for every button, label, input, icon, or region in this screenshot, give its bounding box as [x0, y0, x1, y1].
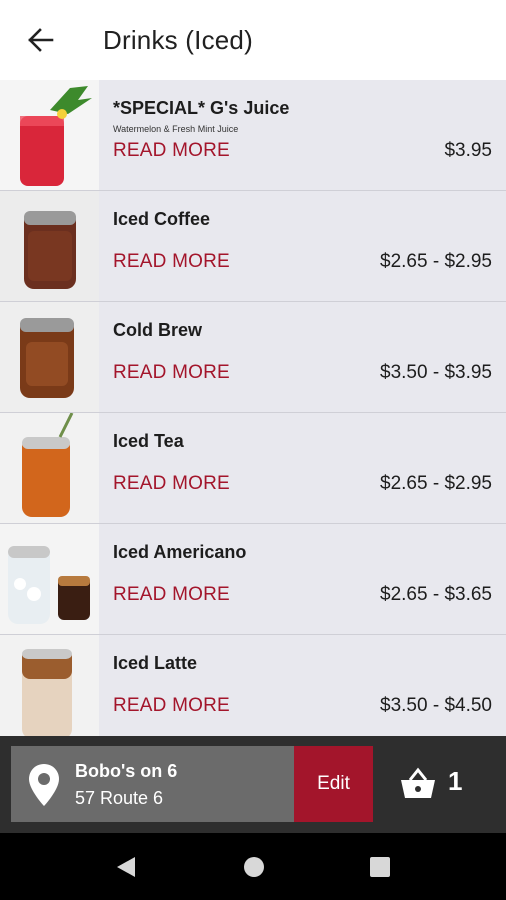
menu-item-iced-latte[interactable]: Iced Latte READ MORE $3.50 - $4.50 — [0, 635, 506, 736]
menu-item-iced-americano[interactable]: Iced Americano READ MORE $2.65 - $3.65 — [0, 524, 506, 635]
item-price: $2.65 - $2.95 — [380, 473, 492, 494]
cart-basket-icon[interactable] — [398, 764, 438, 804]
menu-item-iced-coffee[interactable]: Iced Coffee READ MORE $2.65 - $2.95 — [0, 191, 506, 302]
read-more-link[interactable]: READ MORE — [113, 251, 230, 273]
location-pin-icon — [27, 762, 61, 808]
item-description: Watermelon & Fresh Mint Juice — [113, 124, 239, 134]
store-location-card[interactable]: Bobo's on 6 57 Route 6 — [11, 746, 294, 822]
item-price: $2.65 - $2.95 — [380, 251, 492, 272]
read-more-link[interactable]: READ MORE — [113, 584, 230, 606]
drink-photo — [0, 191, 99, 301]
store-address: 57 Route 6 — [75, 788, 164, 808]
drink-photo — [0, 80, 99, 190]
item-name: Iced Latte — [113, 653, 198, 673]
drink-photo — [0, 524, 99, 634]
store-name: Bobo's on 6 — [75, 761, 178, 781]
back-arrow-icon[interactable] — [22, 24, 58, 56]
read-more-link[interactable]: READ MORE — [113, 473, 230, 495]
read-more-link[interactable]: READ MORE — [113, 140, 230, 162]
drink-photo — [0, 635, 99, 736]
drink-photo — [0, 413, 99, 523]
drink-photo — [0, 302, 99, 412]
cart-count: 1 — [448, 766, 463, 796]
item-name: Iced Coffee — [113, 209, 211, 229]
nav-recents-icon[interactable] — [365, 852, 395, 882]
read-more-link[interactable]: READ MORE — [113, 362, 230, 384]
order-bar: Bobo's on 6 57 Route 6 Edit 1 — [0, 736, 506, 833]
page-title: Drinks (Iced) — [103, 25, 253, 55]
item-name: Iced Tea — [113, 431, 184, 451]
app-bar: Drinks (Iced) — [0, 0, 506, 80]
menu-item-gs-juice[interactable]: *SPECIAL* G's Juice Watermelon & Fresh M… — [0, 80, 506, 191]
item-price: $3.50 - $3.95 — [380, 362, 492, 383]
item-price: $2.65 - $3.65 — [380, 584, 492, 605]
item-price: $3.50 - $4.50 — [380, 695, 492, 716]
item-price: $3.95 — [444, 140, 492, 161]
edit-location-button[interactable]: Edit — [294, 746, 373, 822]
menu-item-iced-tea[interactable]: Iced Tea READ MORE $2.65 - $2.95 — [0, 413, 506, 524]
nav-home-icon[interactable] — [239, 852, 269, 882]
system-nav-bar — [0, 833, 506, 900]
item-name: Iced Americano — [113, 542, 247, 562]
nav-back-icon[interactable] — [111, 852, 141, 882]
menu-item-cold-brew[interactable]: Cold Brew READ MORE $3.50 - $3.95 — [0, 302, 506, 413]
read-more-link[interactable]: READ MORE — [113, 695, 230, 717]
item-name: Cold Brew — [113, 320, 203, 340]
menu-list[interactable]: *SPECIAL* G's Juice Watermelon & Fresh M… — [0, 80, 506, 736]
item-name: *SPECIAL* G's Juice — [113, 98, 290, 118]
